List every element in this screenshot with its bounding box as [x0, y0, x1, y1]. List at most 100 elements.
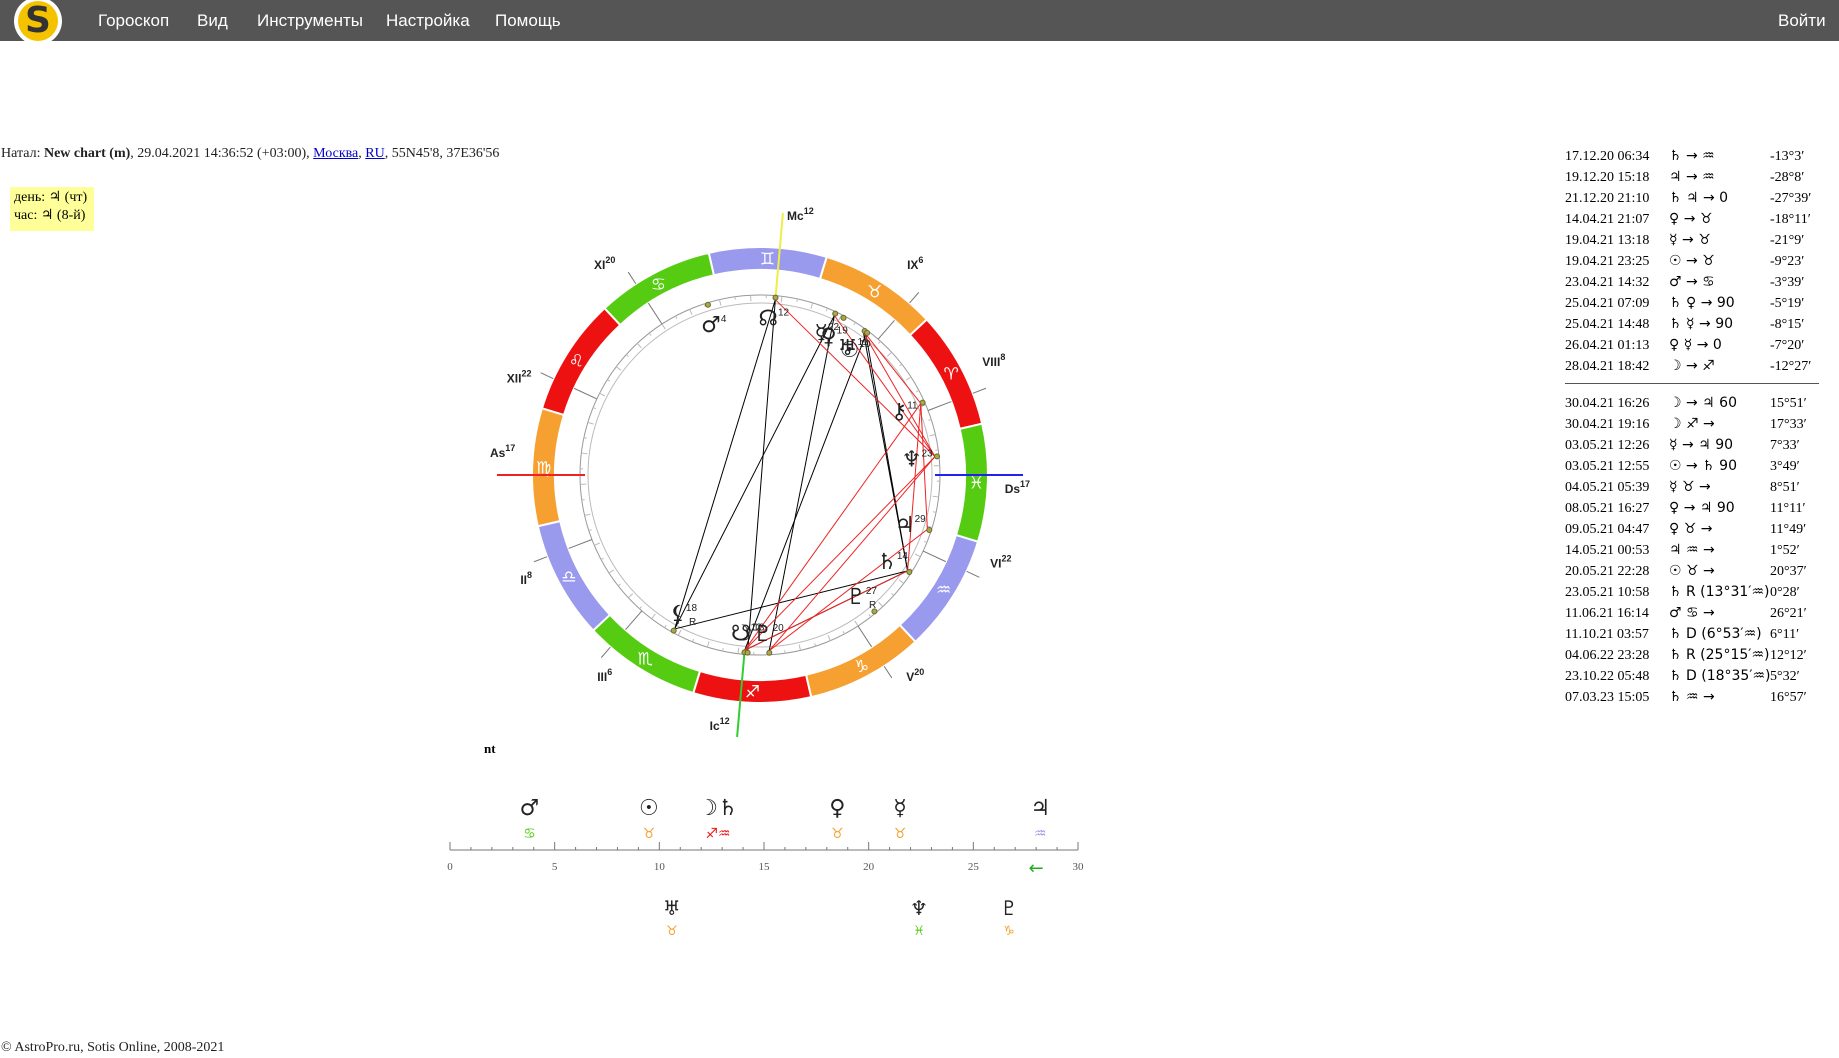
sotis-logo-icon[interactable]: S	[14, 0, 62, 45]
country-link[interactable]: RU	[365, 146, 384, 161]
event-phrase: ♄ R (25°15′♒)	[1669, 647, 1770, 663]
house-cusp-degree: 20	[914, 667, 924, 677]
event-date: 08.05.21 16:27	[1565, 501, 1650, 516]
event-date: 23.10.22 05:48	[1565, 669, 1650, 684]
house-cusp-label: Ds17	[1005, 479, 1030, 496]
chart-coords: , 55N45'8, 37E36'56	[384, 146, 500, 161]
event-row: 23.05.21 10:58 ♄ R (13°31′♒) 0°28′	[1565, 582, 1825, 603]
event-date: 04.06.22 23:28	[1565, 648, 1650, 663]
event-row: 26.04.21 01:13 ♀ ☿ → 0 -7°20′	[1565, 335, 1825, 356]
event-date: 21.12.20 21:10	[1565, 191, 1650, 206]
event-row: 25.04.21 14:48 ♄ ☿ → 90 -8°15′	[1565, 314, 1825, 335]
zodiac-sign-icon: ♓	[969, 474, 984, 494]
event-row: 11.10.21 03:57 ♄ D (6°53′♒) 6°11′	[1565, 624, 1825, 645]
planet-glyph-icon: ♄14	[877, 550, 908, 575]
degree-tick	[617, 583, 621, 587]
menu-help[interactable]: Помощь	[495, 11, 561, 31]
house-cusp-label: As17	[490, 443, 515, 460]
event-row: 23.04.21 14:32 ♂ → ♋ -3°39′	[1565, 272, 1825, 293]
house-cusp-label: VIII8	[982, 352, 1005, 369]
degree-tick	[891, 593, 895, 596]
event-date: 09.05.21 04:47	[1565, 522, 1650, 537]
degree-tick	[628, 593, 634, 599]
scale-tick-label: 0	[447, 861, 453, 873]
house-cusp-degree: 20	[605, 255, 615, 265]
menu-tools[interactable]: Инструменты	[257, 11, 363, 31]
event-date: 14.05.21 00:53	[1565, 543, 1650, 558]
event-value: 1°52′	[1770, 543, 1800, 558]
event-phrase: ♄ D (18°35′♒)	[1669, 668, 1771, 684]
degree-tick	[796, 298, 798, 302]
event-phrase: ♀ ☿ → 0	[1669, 337, 1722, 353]
planet-degree: 14	[897, 551, 909, 562]
event-row: 03.05.21 12:55 ☉ → ♄ 90 3°49′	[1565, 456, 1825, 477]
planet-degree: 18	[686, 603, 698, 614]
event-row: 25.04.21 07:09 ♄ ♀ → 90 -5°19′	[1565, 293, 1825, 314]
degree-tick	[825, 307, 828, 312]
event-row: 23.10.22 05:48 ♄ D (18°35′♒) 5°32′	[1565, 666, 1825, 687]
event-phrase: ♄ → ♒	[1669, 148, 1715, 164]
menu-horoscope[interactable]: Гороскоп	[98, 11, 169, 31]
scale-sign-icon: ♉	[894, 826, 907, 842]
top-navbar: S Гороскоп Вид Инструменты Настройка Пом…	[0, 0, 1839, 45]
chart-name: New chart (m)	[43, 146, 131, 161]
menu-view[interactable]: Вид	[197, 11, 228, 31]
degree-tick	[810, 302, 814, 309]
house-cusp-tick	[540, 372, 554, 380]
house-cusp-tick	[966, 570, 980, 578]
house-cusp-label: VI22	[990, 553, 1011, 570]
event-date: 25.04.21 14:48	[1565, 317, 1650, 332]
degree-scale: 0 5 10 15 20 25 30 ← ♂ ♋ ☉ ♉ ☽♄ ♐♒ ♀ ♉ ☿ ♉ ♃ ♒ ♅ ♉ ♆ ♓ ♇ ♑	[447, 796, 1084, 939]
event-value: -7°20′	[1770, 338, 1805, 353]
house-cusp-degree: 8	[527, 570, 532, 580]
event-row: 17.12.20 06:34 ♄ → ♒ -13°3′	[1565, 146, 1825, 167]
event-row: 19.04.21 13:18 ☿ → ♉ -21°9′	[1565, 230, 1825, 251]
event-value: 11°11′	[1770, 501, 1806, 516]
planet-dot	[934, 453, 941, 460]
zodiac-sign-icon: ♌	[569, 351, 584, 371]
planet-dot	[864, 329, 871, 336]
degree-tick	[878, 601, 884, 607]
planet-dot	[926, 527, 933, 534]
natal-chart-wheel[interactable]: ♈♉♊♋♌♍♎♏♐♑♒♓As17II8III6Ic12V20VI22Ds17VI…	[440, 175, 1080, 775]
event-value: 11°49′	[1770, 522, 1807, 537]
degree-tick	[827, 634, 831, 641]
event-value: 12°12′	[1770, 648, 1807, 663]
degree-tick	[677, 629, 682, 636]
scale-sign-icon: ♉	[831, 826, 844, 842]
event-value: 20°37′	[1770, 564, 1807, 579]
footer-copyright: © AstroPro.ru, Sotis Online, 2008-2021	[1, 1040, 225, 1055]
planet-glyph-icon: ♇27 R	[846, 585, 877, 611]
degree-tick	[899, 363, 903, 367]
house-cusp-degree: 17	[505, 443, 515, 453]
degree-tick	[600, 557, 604, 560]
planet-dot	[906, 568, 913, 575]
house-cusp-line	[647, 302, 663, 325]
event-date: 04.05.21 05:39	[1565, 480, 1650, 495]
menu-settings[interactable]: Настройка	[386, 11, 470, 31]
aspect-line	[674, 299, 776, 630]
degree-tick	[933, 511, 937, 513]
planet-dot	[744, 649, 751, 656]
zodiac-sign-icon: ♋	[651, 275, 666, 295]
house-cusp-line	[877, 319, 895, 340]
planet-dot	[840, 314, 847, 321]
degree-tick	[584, 513, 591, 516]
event-date: 28.04.21 18:42	[1565, 359, 1650, 374]
login-link[interactable]: Войти	[1778, 11, 1826, 31]
scale-planet-icon: ☽♄	[698, 796, 737, 821]
degree-tick	[905, 376, 912, 381]
house-cusp-tick	[909, 292, 920, 304]
event-row: 30.04.21 16:26 ☽ → ♃ 60 15°51′	[1565, 393, 1825, 414]
city-link[interactable]: Москва	[313, 146, 358, 161]
event-row: 19.12.20 15:18 ♃ → ♒ -28°8′	[1565, 167, 1825, 188]
event-value: 5°32′	[1770, 669, 1800, 684]
degree-tick	[878, 340, 881, 344]
scale-planet-icon: ♂	[520, 796, 540, 821]
planet-dot	[766, 649, 773, 656]
degree-tick	[608, 569, 615, 574]
degree-tick	[929, 434, 936, 437]
event-value: 8°51′	[1770, 480, 1800, 495]
scale-planet-icon: ♆	[910, 896, 928, 920]
scale-sign-icon: ♋	[523, 826, 536, 842]
